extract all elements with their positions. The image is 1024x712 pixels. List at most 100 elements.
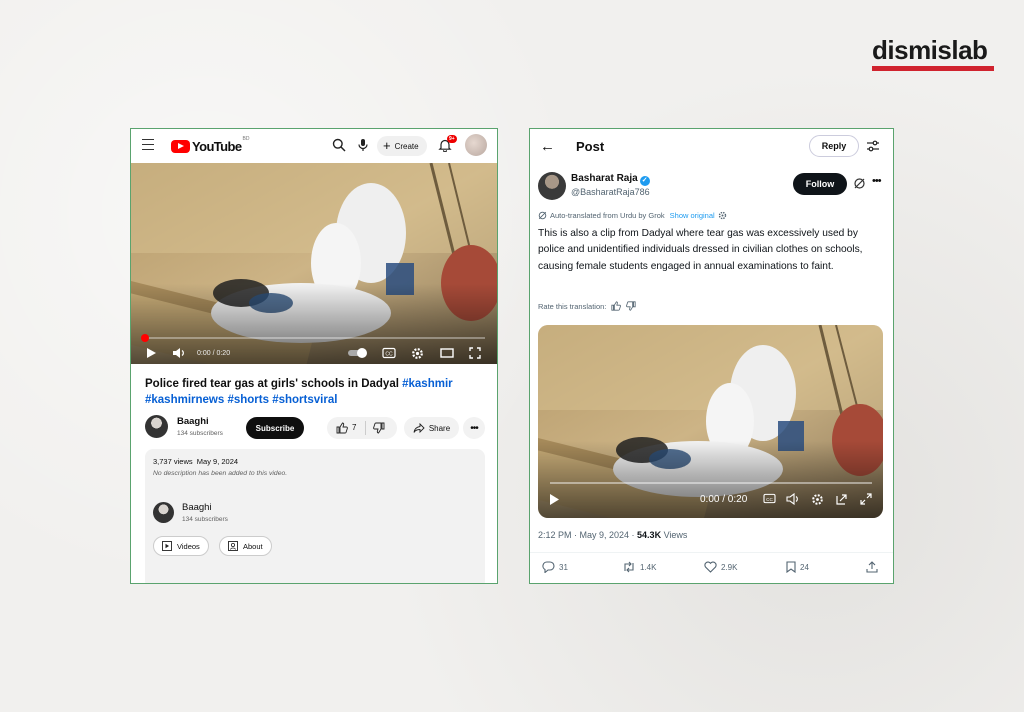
like-count: 2.9K xyxy=(721,562,738,572)
about-label: About xyxy=(243,541,263,551)
video-title: Police fired tear gas at girls' schools … xyxy=(145,376,485,408)
video-time: 0:00 / 0:20 xyxy=(197,350,231,357)
brand-underline xyxy=(872,66,994,71)
show-original-link[interactable]: Show original xyxy=(670,211,715,220)
more-icon[interactable]: ••• xyxy=(872,175,882,187)
share-action[interactable] xyxy=(866,561,878,573)
description-channel-subscribers: 134 subscribers xyxy=(182,516,228,523)
reply-count: 31 xyxy=(559,562,568,572)
share-icon xyxy=(413,423,425,433)
svg-text:CC: CC xyxy=(766,497,773,502)
thumbs-down-icon[interactable] xyxy=(626,301,636,311)
author-avatar[interactable] xyxy=(538,172,566,200)
picture-in-picture-icon[interactable] xyxy=(836,493,848,505)
video-progress-bar[interactable] xyxy=(141,334,485,342)
description-box[interactable]: 3,737 views May 9, 2024 No description h… xyxy=(145,449,485,583)
thumbs-up-icon[interactable] xyxy=(336,422,348,434)
subscribe-button[interactable]: Subscribe xyxy=(246,417,304,439)
video-controls: 0:00 / 0:20 CC xyxy=(538,491,883,511)
post-actions: 31 1.4K 2.9K 24 xyxy=(538,561,888,579)
rate-translation-label: Rate this translation: xyxy=(538,301,607,311)
reply-button[interactable]: Reply xyxy=(809,135,859,157)
autoplay-toggle-icon[interactable] xyxy=(347,347,369,359)
mic-icon[interactable] xyxy=(357,138,369,152)
youtube-screenshot: YouTube BD + Create 9+ 0:00 / 0:20 CC Po… xyxy=(130,128,498,584)
post-header: ← Post Reply xyxy=(530,129,893,165)
youtube-logo[interactable]: YouTube BD xyxy=(171,136,250,154)
theater-mode-icon[interactable] xyxy=(440,347,454,359)
author-handle[interactable]: @BasharatRaja786 xyxy=(571,187,650,197)
channel-row: Baaghi 134 subscribers Subscribe 7 Share… xyxy=(145,414,485,442)
author-name[interactable]: Basharat Raja ✓ xyxy=(571,173,650,186)
x-post-screenshot: ← Post Reply Basharat Raja ✓ @BasharatRaj… xyxy=(529,128,894,584)
expand-icon[interactable] xyxy=(860,493,872,505)
profile-icon xyxy=(228,541,238,551)
captions-icon[interactable]: CC xyxy=(763,493,776,504)
more-icon[interactable]: ••• xyxy=(463,417,485,439)
play-icon[interactable] xyxy=(145,347,157,359)
like-action[interactable]: 2.9K xyxy=(704,561,737,573)
grok-icon[interactable] xyxy=(853,177,866,190)
post-date[interactable]: 2:12 PM · May 9, 2024 · xyxy=(538,530,637,540)
follow-button[interactable]: Follow xyxy=(793,173,847,195)
create-button[interactable]: + Create xyxy=(377,136,427,156)
post-timestamp: 2:12 PM · May 9, 2024 · 54.3K Views xyxy=(538,530,687,540)
thumbs-down-icon[interactable] xyxy=(373,422,385,434)
share-button[interactable]: Share xyxy=(404,417,459,439)
channel-avatar[interactable] xyxy=(145,415,168,438)
hashtag-kashmir[interactable]: #kashmir xyxy=(402,378,453,390)
hashtag-shortsviral[interactable]: #shortsviral xyxy=(272,394,337,406)
post-views-label: Views xyxy=(661,530,688,540)
back-arrow-icon[interactable]: ← xyxy=(540,138,555,155)
search-icon[interactable] xyxy=(332,138,346,152)
channel-videos-button[interactable]: Videos xyxy=(153,536,209,556)
dismislab-logo: dismislab xyxy=(872,36,994,71)
reply-action[interactable]: 31 xyxy=(542,561,568,573)
author-name-text: Basharat Raja xyxy=(571,173,638,184)
description-meta: 3,737 views May 9, 2024 xyxy=(153,457,238,466)
video-frame-image xyxy=(131,163,497,364)
view-count: 3,737 views xyxy=(153,457,193,466)
verified-badge-icon: ✓ xyxy=(639,176,650,186)
notification-badge: 9+ xyxy=(447,135,457,143)
hashtag-kashmirnews[interactable]: #kashmirnews xyxy=(145,394,224,406)
upload-date: May 9, 2024 xyxy=(196,457,239,466)
youtube-video-player[interactable]: 0:00 / 0:20 CC xyxy=(131,163,497,364)
settings-icon[interactable] xyxy=(718,211,727,220)
svg-text:CC: CC xyxy=(385,352,393,358)
channel-about-button[interactable]: About xyxy=(219,536,272,556)
progress-scrubber[interactable] xyxy=(141,334,149,342)
settings-icon[interactable] xyxy=(411,347,424,360)
hashtag-shorts[interactable]: #shorts xyxy=(227,394,269,406)
channel-name[interactable]: Baaghi xyxy=(177,416,209,427)
video-icon xyxy=(162,541,172,551)
video-progress-bar[interactable] xyxy=(550,482,872,484)
thumbs-up-icon[interactable] xyxy=(611,301,622,311)
divider xyxy=(530,552,893,553)
youtube-play-logo-icon xyxy=(171,139,190,153)
share-label: Share xyxy=(428,423,451,433)
post-video-player[interactable]: 0:00 / 0:20 CC xyxy=(538,325,883,518)
repost-action[interactable]: 1.4K xyxy=(622,561,656,573)
description-channel-name[interactable]: Baaghi xyxy=(182,502,212,513)
video-time: 0:00 / 0:20 xyxy=(700,494,748,505)
grok-icon xyxy=(538,211,547,220)
fullscreen-icon[interactable] xyxy=(469,347,481,359)
youtube-logo-text: YouTube xyxy=(192,138,242,154)
youtube-region: BD xyxy=(242,136,250,142)
repost-icon xyxy=(624,561,634,573)
menu-icon[interactable] xyxy=(142,139,154,150)
description-channel-avatar[interactable] xyxy=(153,502,174,523)
play-icon[interactable] xyxy=(548,493,560,506)
like-divider xyxy=(365,421,366,435)
settings-icon[interactable] xyxy=(811,493,824,506)
reply-icon xyxy=(542,561,555,573)
translation-note: Auto-translated from Urdu by Grok Show o… xyxy=(538,211,727,220)
bookmark-action[interactable]: 24 xyxy=(786,561,809,573)
account-avatar[interactable] xyxy=(465,134,487,156)
sliders-icon[interactable] xyxy=(866,139,880,153)
volume-icon[interactable] xyxy=(786,493,800,505)
share-icon xyxy=(866,561,878,573)
captions-icon[interactable]: CC xyxy=(382,347,396,359)
volume-icon[interactable] xyxy=(172,347,186,359)
